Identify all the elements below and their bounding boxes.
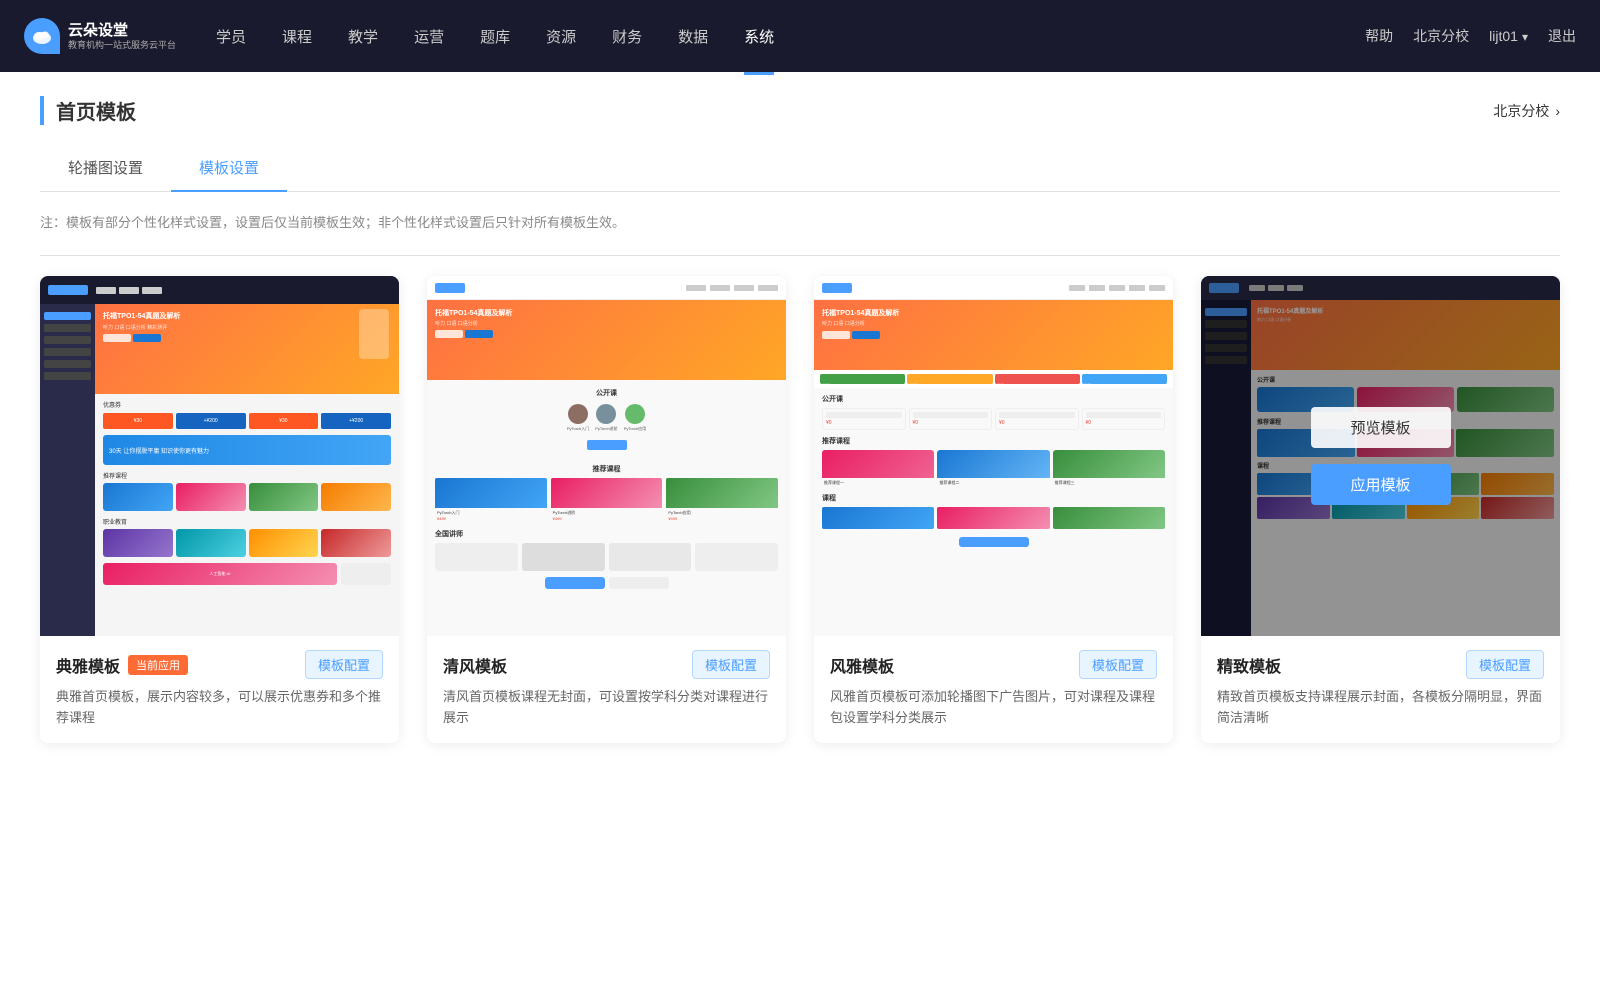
nav-data[interactable]: 数据 xyxy=(678,22,708,51)
note-text: 注：模板有部分个性化样式设置，设置后仅当前模板生效；非个性化样式设置后只针对所有… xyxy=(40,212,1560,231)
page-header: 首页模板 北京分校 › xyxy=(40,72,1560,145)
template-card-2: 托福TPO1-54真题及解析 听力 口语 口语分析 公开课 xyxy=(427,276,786,743)
hover-actions-4: 预览模板 应用模板 xyxy=(1311,407,1451,505)
nav-finance[interactable]: 财务 xyxy=(612,22,642,51)
nav-teaching[interactable]: 教学 xyxy=(348,22,378,51)
user-chevron-icon xyxy=(1522,28,1528,44)
template-preview-3: 托福TPO1-54真题及解析 听力 口语 口语分析 学科A 学科B 学科C 学 xyxy=(814,276,1173,636)
current-badge-1: 当前应用 xyxy=(128,655,188,675)
template-desc-2: 清风首页模板课程无封面，可设置按学科分类对课程进行展示 xyxy=(443,687,770,729)
template-name-3: 风雅模板 xyxy=(830,653,894,677)
template-desc-1: 典雅首页模板，展示内容较多，可以展示优惠券和多个推荐课程 xyxy=(56,687,383,729)
template-desc-3: 风雅首页模板可添加轮播图下广告图片，可对课程及课程包设置学科分类展示 xyxy=(830,687,1157,729)
template-name-row-2: 清风模板 模板配置 xyxy=(443,650,770,679)
template-name-row-1: 典雅模板 当前应用 模板配置 xyxy=(56,650,383,679)
user-menu[interactable]: lijt01 xyxy=(1489,28,1528,44)
template-info-4: 精致模板 模板配置 精致首页模板支持课程展示封面，各模板分隔明显，界面简洁清晰 xyxy=(1201,636,1560,743)
template-name-1: 典雅模板 xyxy=(56,653,120,677)
nav-courses[interactable]: 课程 xyxy=(282,22,312,51)
divider xyxy=(40,255,1560,256)
template-preview-2: 托福TPO1-54真题及解析 听力 口语 口语分析 公开课 xyxy=(427,276,786,636)
config-btn-1[interactable]: 模板配置 xyxy=(305,650,383,679)
template-name-2: 清风模板 xyxy=(443,653,507,677)
nav-operations[interactable]: 运营 xyxy=(414,22,444,51)
preview-btn-4[interactable]: 预览模板 xyxy=(1311,407,1451,448)
logo: 云朵设堂 教育机构一站式服务云平台 xyxy=(24,18,176,54)
template-card-1: 托福TPO1-54真题及解析 听力 口语 口语分析 精彩测评 xyxy=(40,276,399,743)
logo-icon xyxy=(24,18,60,54)
template-info-2: 清风模板 模板配置 清风首页模板课程无封面，可设置按学科分类对课程进行展示 xyxy=(427,636,786,743)
branch-chevron-icon: › xyxy=(1555,103,1560,119)
main-content: 首页模板 北京分校 › 轮播图设置 模板设置 注：模板有部分个性化样式设置，设置… xyxy=(0,72,1600,990)
branch-selector[interactable]: 北京分校 › xyxy=(1493,101,1560,121)
template-card-3: 托福TPO1-54真题及解析 听力 口语 口语分析 学科A 学科B 学科C 学 xyxy=(814,276,1173,743)
template-info-1: 典雅模板 当前应用 模板配置 典雅首页模板，展示内容较多，可以展示优惠券和多个推… xyxy=(40,636,399,743)
template-desc-4: 精致首页模板支持课程展示封面，各模板分隔明显，界面简洁清晰 xyxy=(1217,687,1544,729)
branch-link[interactable]: 北京分校 xyxy=(1413,26,1469,46)
config-btn-4[interactable]: 模板配置 xyxy=(1466,650,1544,679)
navbar-right: 帮助 北京分校 lijt01 退出 xyxy=(1365,26,1576,46)
template-info-3: 风雅模板 模板配置 风雅首页模板可添加轮播图下广告图片，可对课程及课程包设置学科… xyxy=(814,636,1173,743)
template-card-4: 托福TPO1-54真题及解析 听力 口语 口语分析 公开课 xyxy=(1201,276,1560,743)
template-sim-1: 托福TPO1-54真题及解析 听力 口语 口语分析 精彩测评 xyxy=(40,276,399,636)
nav-students[interactable]: 学员 xyxy=(216,22,246,51)
template-name-4: 精致模板 xyxy=(1217,653,1281,677)
nav-questions[interactable]: 题库 xyxy=(480,22,510,51)
apply-btn-4[interactable]: 应用模板 xyxy=(1311,464,1451,505)
nav-resources[interactable]: 资源 xyxy=(546,22,576,51)
logout-link[interactable]: 退出 xyxy=(1548,26,1576,46)
template-name-row-4: 精致模板 模板配置 xyxy=(1217,650,1544,679)
template-grid: 托福TPO1-54真题及解析 听力 口语 口语分析 精彩测评 xyxy=(40,276,1560,743)
template-preview-1: 托福TPO1-54真题及解析 听力 口语 口语分析 精彩测评 xyxy=(40,276,399,636)
config-btn-3[interactable]: 模板配置 xyxy=(1079,650,1157,679)
config-btn-2[interactable]: 模板配置 xyxy=(692,650,770,679)
template-preview-4: 托福TPO1-54真题及解析 听力 口语 口语分析 公开课 xyxy=(1201,276,1560,636)
tab-template[interactable]: 模板设置 xyxy=(171,145,287,192)
page-title: 首页模板 xyxy=(40,96,136,125)
logo-text: 云朵设堂 教育机构一站式服务云平台 xyxy=(68,22,176,51)
tabs-container: 轮播图设置 模板设置 xyxy=(40,145,1560,192)
main-nav: 学员 课程 教学 运营 题库 资源 财务 数据 系统 xyxy=(216,22,1365,51)
nav-system[interactable]: 系统 xyxy=(744,22,774,51)
template-name-row-3: 风雅模板 模板配置 xyxy=(830,650,1157,679)
navbar: 云朵设堂 教育机构一站式服务云平台 学员 课程 教学 运营 题库 资源 财务 数… xyxy=(0,0,1600,72)
tab-carousel[interactable]: 轮播图设置 xyxy=(40,145,171,192)
help-link[interactable]: 帮助 xyxy=(1365,26,1393,46)
